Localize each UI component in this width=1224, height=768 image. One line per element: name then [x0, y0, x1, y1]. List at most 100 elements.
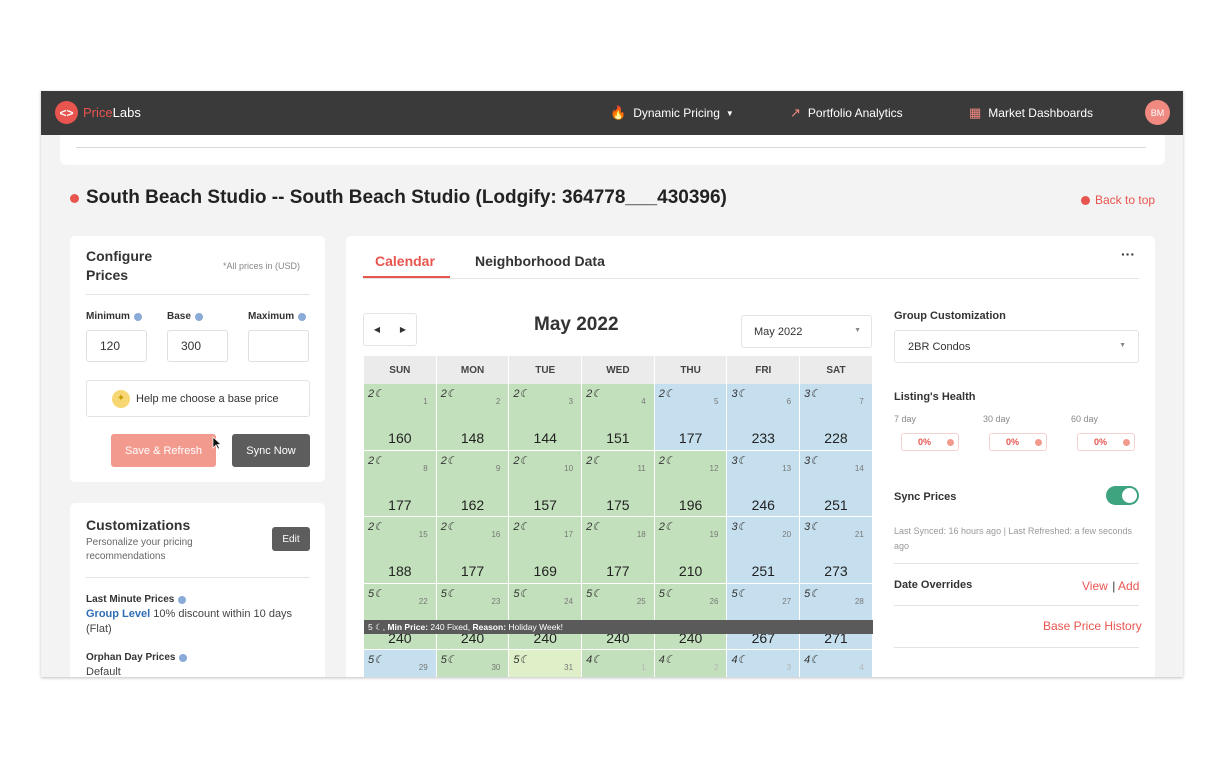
min-stay-label: 4☾: [586, 654, 603, 666]
sync-prices-toggle[interactable]: [1106, 486, 1139, 505]
calendar-day-cell[interactable]: 5☾ 27 267: [727, 583, 801, 650]
min-stay-label: 5☾: [440, 654, 457, 666]
day-number: 20: [782, 530, 792, 539]
min-stay-label: 5☾: [368, 654, 384, 666]
divider: [894, 647, 1139, 648]
customizations-subtitle: Personalize your pricing recommendations: [86, 537, 193, 562]
info-icon[interactable]: [133, 312, 142, 321]
day-number: 3: [568, 397, 574, 406]
next-month-icon[interactable]: ▶: [400, 325, 406, 334]
tab-calendar[interactable]: Calendar: [375, 253, 435, 269]
nav-dynamic-pricing[interactable]: 🔥 Dynamic Pricing ▼: [610, 105, 734, 121]
day-price: 188: [388, 563, 412, 579]
calendar-day-cell[interactable]: 5☾ 22 240: [364, 583, 437, 650]
min-stay-label: 4☾: [731, 654, 748, 666]
status-dot-icon: [70, 193, 79, 203]
calendar-day-cell[interactable]: 3☾ 6 233: [727, 384, 801, 451]
calendar-day-cell[interactable]: 2☾ 18 177: [582, 517, 655, 584]
info-icon[interactable]: [179, 653, 188, 662]
calendar-day-cell[interactable]: 3☾ 13 246: [727, 450, 801, 517]
calendar-day-cell[interactable]: 3☾ 21 273: [800, 517, 873, 584]
group-select-value: 2BR Condos: [908, 341, 971, 353]
calendar-day-cell[interactable]: 2☾ 11 175: [582, 450, 655, 517]
sync-now-button[interactable]: Sync Now: [232, 434, 310, 467]
min-stay-label: 3☾: [804, 521, 821, 533]
divider: [76, 147, 1146, 148]
maximum-price-input[interactable]: [248, 330, 309, 362]
group-level-link[interactable]: Group Level: [86, 608, 150, 620]
day-price: 169: [533, 563, 557, 579]
minimum-price-input[interactable]: 120: [86, 330, 147, 362]
info-icon[interactable]: [194, 312, 203, 321]
calendar-day-cell[interactable]: 2☾ 19 210: [654, 517, 728, 584]
calendar-day-cell[interactable]: 2☾ 15 188: [364, 517, 437, 584]
calendar-day-cell[interactable]: 4☾ 4: [800, 650, 873, 677]
view-overrides-link[interactable]: View: [1082, 579, 1108, 593]
dashboard-icon: ▦: [969, 105, 982, 120]
calendar-day-cell[interactable]: 5☾ 23 240: [436, 583, 510, 650]
help-choose-base-price-button[interactable]: ✦ Help me choose a base price: [86, 380, 310, 417]
back-to-top-link[interactable]: Back to top: [1081, 193, 1155, 207]
avatar[interactable]: BM: [1145, 100, 1170, 125]
info-icon[interactable]: [178, 595, 187, 604]
pricelabs-logo[interactable]: <> PriceLabs: [55, 101, 141, 124]
calendar-day-cell[interactable]: 5☾ 25 240: [582, 583, 655, 650]
day-price: 151: [606, 430, 630, 446]
sync-prices-label: Sync Prices: [894, 491, 957, 503]
base-price-input[interactable]: 300: [167, 330, 228, 362]
min-stay-label: 2☾: [586, 454, 603, 467]
calendar-day-cell[interactable]: 2☾ 4 151: [582, 384, 655, 451]
nav-portfolio-analytics[interactable]: ↗ Portfolio Analytics: [790, 105, 903, 121]
calendar-day-cell[interactable]: 2☾ 16 177: [436, 517, 510, 584]
calendar-day-cell[interactable]: 2☾ 5 177: [654, 384, 728, 451]
date-override-banner[interactable]: 5 ☾, Min Price: 240 Fixed, Reason: Holid…: [364, 619, 873, 634]
min-stay-label: 3☾: [731, 388, 748, 400]
day-number: 5: [713, 397, 719, 406]
calendar-day-cell[interactable]: 3☾ 14 251: [800, 450, 873, 517]
save-refresh-button[interactable]: Save & Refresh: [111, 434, 216, 467]
group-customization-select[interactable]: 2BR Condos ▼: [894, 330, 1139, 363]
calendar-day-cell[interactable]: 5☾ 24 240: [509, 583, 583, 650]
calendar-day-cell[interactable]: 4☾ 1: [582, 650, 655, 677]
override-min-label: Min Price:: [387, 621, 429, 632]
add-override-link[interactable]: Add: [1118, 579, 1139, 593]
calendar-day-cell[interactable]: 5☾ 29: [364, 650, 437, 677]
calendar-day-cell[interactable]: 5☾ 31: [509, 650, 583, 677]
day-number: 10: [564, 463, 574, 473]
month-select-value: May 2022: [754, 326, 803, 338]
month-select[interactable]: May 2022 ▼: [741, 315, 872, 348]
calendar-day-cell[interactable]: 2☾ 17 169: [509, 517, 583, 584]
day-price: 246: [751, 496, 775, 513]
calendar-day-cell[interactable]: 5☾ 28 271: [800, 583, 873, 650]
calendar-day-cell[interactable]: 2☾ 10 157: [509, 450, 583, 517]
calendar-day-cell[interactable]: 2☾ 2 148: [436, 384, 510, 451]
calendar-day-cell[interactable]: 5☾ 30: [436, 650, 510, 677]
calendar-day-cell[interactable]: 2☾ 8 177: [364, 450, 437, 517]
edit-button[interactable]: Edit: [272, 527, 310, 551]
calendar-day-cell[interactable]: 3☾ 7 228: [800, 384, 873, 451]
info-icon[interactable]: [298, 312, 307, 321]
more-options-icon[interactable]: ···: [1121, 246, 1135, 262]
chevron-down-icon: ▼: [854, 327, 861, 334]
calendar-day-cell[interactable]: 5☾ 26 240: [654, 583, 728, 650]
calendar-day-cell[interactable]: 2☾ 12 196: [654, 450, 728, 517]
calendar-day-cell[interactable]: 2☾ 9 162: [436, 450, 510, 517]
min-stay-label: 2☾: [440, 388, 457, 400]
calendar-day-cell[interactable]: 4☾ 2: [654, 650, 728, 677]
nav-market-dashboards[interactable]: ▦ Market Dashboards: [969, 105, 1093, 121]
tab-neighborhood-data[interactable]: Neighborhood Data: [475, 253, 605, 269]
calendar-day-cell[interactable]: 4☾ 3: [727, 650, 801, 677]
calendar-week: 2☾ 8 177 2☾ 9 162 2☾ 10 157 2☾ 11 175 2☾ 12 196 3☾ 13 246…: [364, 450, 873, 517]
calendar-day-cell[interactable]: 3☾ 20 251: [727, 517, 801, 584]
day-number: 21: [854, 530, 864, 539]
configure-prices-title: Configure Prices: [86, 248, 153, 283]
calendar-day-cell[interactable]: 2☾ 3 144: [509, 384, 583, 451]
day-price: 228: [824, 430, 848, 446]
maximum-label: Maximum: [248, 311, 307, 322]
prev-month-icon[interactable]: ◀: [374, 325, 380, 334]
calendar-grid: SUN MON TUE WED THU FRI SAT 2☾ 1 160 2☾ 2 148 2☾ 3 144…: [364, 356, 873, 677]
min-stay-label: 2☾: [658, 454, 675, 467]
base-price-history-link[interactable]: Base Price History: [1043, 619, 1142, 633]
date-overrides-actions: View | Add: [1082, 577, 1139, 595]
calendar-day-cell[interactable]: 2☾ 1 160: [364, 384, 437, 451]
